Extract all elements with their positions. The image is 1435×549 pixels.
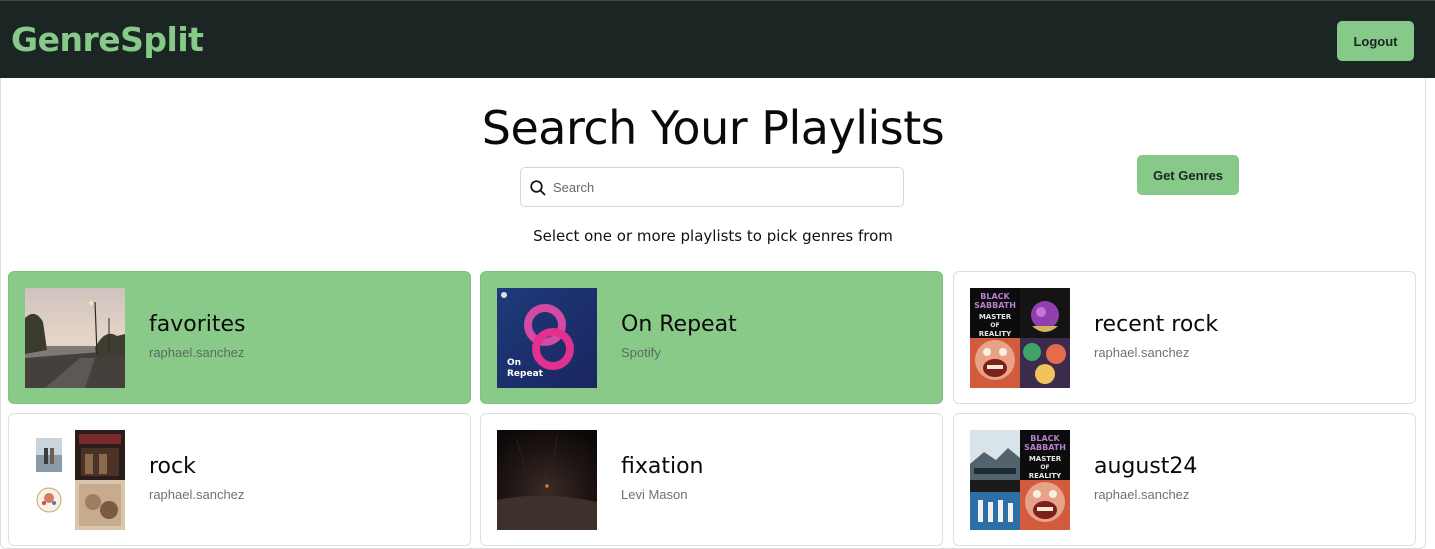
page-title: Search Your Playlists [481, 101, 945, 155]
playlist-cover [25, 288, 125, 388]
svg-text:SABBATH: SABBATH [974, 301, 1016, 310]
playlist-cover: On Repeat [497, 288, 597, 388]
playlist-cover [25, 430, 125, 530]
playlist-cover: BLACK SABBATH MASTER OF REALITY [970, 288, 1070, 388]
playlist-cover: BLACK SABBATH MASTER OF REALITY [970, 430, 1070, 530]
playlist-card-fixation[interactable]: fixation Levi Mason [480, 413, 943, 546]
svg-text:OF: OF [990, 322, 999, 329]
playlist-name: rock [149, 454, 196, 479]
navbar: GenreSplit Logout [0, 0, 1435, 78]
svg-text:OF: OF [1040, 464, 1049, 471]
playlist-card-recent-rock[interactable]: BLACK SABBATH MASTER OF REALITY recent r… [953, 271, 1416, 404]
playlist-name: recent rock [1094, 312, 1219, 337]
svg-text:On: On [507, 358, 521, 368]
instruction-text: Select one or more playlists to pick gen… [533, 227, 893, 245]
svg-text:REALITY: REALITY [1029, 472, 1062, 480]
playlist-name: august24 [1094, 454, 1198, 479]
svg-text:BLACK: BLACK [980, 292, 1010, 301]
playlist-cover [497, 430, 597, 530]
playlist-owner: raphael.sanchez [1094, 345, 1190, 360]
svg-text:BLACK: BLACK [1030, 434, 1060, 443]
playlist-card-favorites[interactable]: favorites raphael.sanchez [8, 271, 471, 404]
playlist-owner: raphael.sanchez [149, 487, 245, 502]
svg-text:REALITY: REALITY [979, 330, 1012, 338]
svg-text:SABBATH: SABBATH [1024, 443, 1066, 452]
get-genres-button[interactable]: Get Genres [1137, 155, 1239, 195]
playlist-card-on-repeat[interactable]: On Repeat On Repeat Spotify [480, 271, 943, 404]
search-icon [530, 180, 546, 196]
playlist-card-august24[interactable]: BLACK SABBATH MASTER OF REALITY august24… [953, 413, 1416, 546]
playlist-owner: Levi Mason [621, 487, 688, 502]
svg-text:MASTER: MASTER [979, 313, 1012, 321]
playlist-name: On Repeat [621, 312, 737, 337]
playlist-owner: Spotify [621, 345, 661, 360]
search-input[interactable] [553, 168, 893, 206]
svg-text:MASTER: MASTER [1029, 455, 1062, 463]
playlist-owner: raphael.sanchez [149, 345, 245, 360]
svg-text:Repeat: Repeat [507, 369, 544, 379]
playlist-card-rock[interactable]: rock raphael.sanchez [8, 413, 471, 546]
playlist-name: favorites [149, 312, 246, 337]
logout-button[interactable]: Logout [1337, 21, 1414, 61]
search-box[interactable] [520, 167, 904, 207]
playlist-owner: raphael.sanchez [1094, 487, 1190, 502]
playlist-name: fixation [621, 454, 704, 479]
brand-logo[interactable]: GenreSplit [11, 20, 204, 59]
